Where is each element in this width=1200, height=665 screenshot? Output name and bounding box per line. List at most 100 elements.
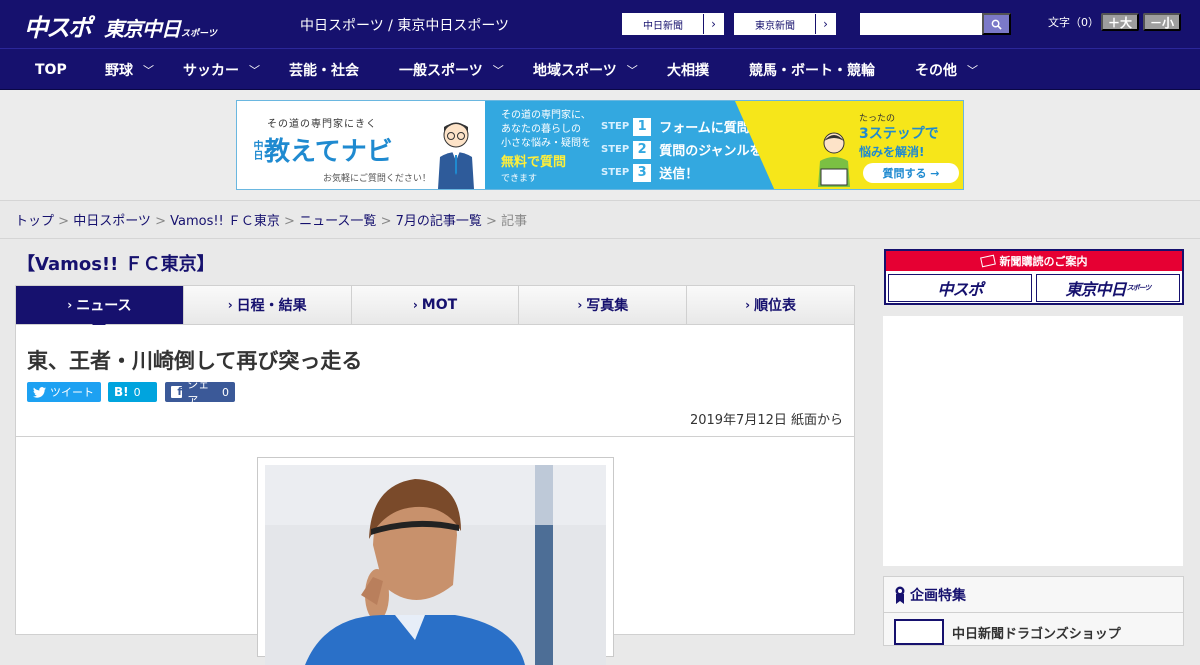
breadcrumb-separator: >	[150, 214, 171, 229]
consultant-illustration	[438, 122, 474, 189]
ad-banner-area: その道の専門家にきく 中日教えてナビ お気軽にご質問ください！ その道の専門家に…	[0, 90, 1200, 201]
oshiete-navi-banner[interactable]: その道の専門家にきく 中日教えてナビ お気軽にご質問ください！ その道の専門家に…	[236, 100, 964, 190]
tab-mot[interactable]: › MOT	[351, 286, 520, 324]
tab-photos[interactable]: › 写真集	[519, 286, 688, 324]
breadcrumb-separator: >	[279, 214, 300, 229]
chevron-right-icon: ›	[745, 298, 751, 312]
nav-item-sumo[interactable]: 大相撲	[667, 49, 709, 90]
tab-label: 写真集	[586, 298, 629, 314]
banner-cta-panel: たったの 3ステップで 悩みを解消! 質問する →	[735, 101, 963, 189]
nav-item-label: サッカー	[183, 62, 239, 79]
nav-item-label: TOP	[35, 61, 67, 78]
hatena-count: 0	[133, 385, 141, 399]
breadcrumb-link[interactable]: 7月の記事一覧	[396, 214, 482, 229]
breadcrumb-link[interactable]: トップ	[15, 214, 54, 229]
chevron-right-icon: ›	[67, 298, 73, 312]
nav-item-label: その他	[915, 62, 957, 79]
banner-brand: 中日教えてナビ	[249, 131, 408, 168]
breadcrumb-link[interactable]: ニュース一覧	[299, 214, 376, 229]
font-smaller-button[interactable]: －小	[1143, 13, 1181, 31]
article-dateline: 2019年7月12日 紙面から	[689, 413, 843, 428]
subscription-buttons: 中スポ 東京中日 スポーツ	[886, 271, 1182, 305]
nav-item-other[interactable]: その他 ﹀	[915, 49, 978, 90]
article: 東、王者・川崎倒して再び突っ走る ツイート B! 0 f シェア 0 2019年…	[15, 325, 855, 665]
breadcrumb-separator: >	[54, 214, 74, 229]
chevron-right-icon: ›	[412, 298, 418, 312]
nav-item-label: 一般スポーツ	[399, 62, 483, 79]
breadcrumb-link[interactable]: Vamos!! ＦＣ東京	[170, 214, 280, 229]
banner-mid-line: あなたの暮らしの	[501, 124, 581, 135]
banner-highlight: 無料で質問	[501, 155, 567, 170]
step-number: 2	[633, 140, 652, 159]
search-button[interactable]	[982, 13, 1011, 35]
nav-item-general-sports[interactable]: 一般スポーツ ﹀	[399, 49, 504, 90]
banner-brand-panel: その道の専門家にきく 中日教えてナビ お気軽にご質問ください！	[237, 101, 485, 189]
banner-tagline: その道の専門家にきく	[267, 119, 377, 130]
main-nav: TOP 野球 ﹀ サッカー ﹀ 芸能・社会 一般スポーツ ﹀ 地域スポーツ ﹀ …	[0, 48, 1200, 90]
logo-main: 中スポ	[24, 14, 92, 42]
banner-mid-line: 小さな悩み・疑問を	[501, 138, 591, 149]
nav-item-soccer[interactable]: サッカー ﹀	[183, 49, 260, 90]
nav-item-baseball[interactable]: 野球 ﹀	[105, 49, 154, 90]
chevron-right-icon: ›	[227, 298, 233, 312]
search-icon	[991, 19, 1002, 30]
banner-right-line: 3ステップで	[859, 126, 939, 142]
banner-divider	[735, 101, 775, 189]
chevron-down-icon: ﹀	[249, 63, 260, 77]
subscribe-button-label: 東京中日	[1065, 280, 1127, 299]
facebook-share-count: 0	[222, 385, 229, 399]
tokyo-shimbun-link[interactable]: 東京新聞 ›	[734, 13, 836, 35]
nav-item-label: 芸能・社会	[289, 62, 359, 79]
article-photo[interactable]	[265, 465, 606, 665]
hatena-bookmark-button[interactable]: B! 0	[108, 382, 157, 402]
chunichi-shimbun-link[interactable]: 中日新聞 ›	[622, 13, 724, 35]
tab-label: MOT	[421, 297, 458, 313]
nav-item-top[interactable]: TOP	[35, 49, 67, 90]
chevron-right-icon: ›	[703, 14, 723, 34]
twitter-icon	[33, 386, 46, 398]
breadcrumb-separator: >	[376, 214, 396, 229]
paper-link-label: 東京新聞	[755, 20, 795, 32]
site-logo[interactable]: 中スポ 東京中日 スポーツ	[24, 8, 217, 42]
tab-standings[interactable]: › 順位表	[687, 286, 854, 324]
nav-item-local-sports[interactable]: 地域スポーツ ﹀	[533, 49, 638, 90]
nav-item-entertainment[interactable]: 芸能・社会	[289, 49, 359, 90]
feature-header: 企画特集	[884, 577, 1183, 613]
banner-mid-line: その道の専門家に、	[501, 110, 591, 121]
banner-mid-text: その道の専門家に、 あなたの暮らしの 小さな悩み・疑問を	[501, 109, 591, 151]
tab-label: ニュース	[76, 298, 132, 314]
step-label: STEP	[601, 167, 630, 178]
chevron-down-icon: ﹀	[626, 63, 638, 77]
tab-news[interactable]: › ニュース	[16, 286, 184, 331]
chevron-right-icon: ›	[577, 298, 583, 312]
site-title-link[interactable]: 中日スポーツ / 東京中日スポーツ	[300, 15, 509, 35]
sidebar-ad-slot	[883, 316, 1183, 566]
facebook-share-button[interactable]: f シェア 0	[165, 378, 235, 407]
subscribe-chuspo-button[interactable]: 中スポ	[888, 274, 1032, 302]
banner-brand-text: 教えてナビ	[264, 137, 393, 167]
breadcrumb-link[interactable]: 中日スポーツ	[73, 214, 151, 229]
subscribe-button-small: スポーツ	[1126, 284, 1152, 292]
feature-title: 企画特集	[910, 587, 966, 604]
search-input[interactable]	[860, 13, 982, 35]
font-size-label: 文字（0）	[1048, 16, 1099, 29]
ask-question-button[interactable]: 質問する →	[863, 163, 959, 183]
tab-label: 日程・結果	[236, 298, 307, 314]
tweet-button[interactable]: ツイート	[27, 382, 101, 402]
font-larger-button[interactable]: ＋大	[1101, 13, 1139, 31]
banner-small-text: お気軽にご質問ください！	[323, 174, 431, 184]
logo-sub: 東京中日	[104, 17, 181, 41]
banner-right-line: 悩みを解消!	[859, 145, 925, 159]
facebook-share-label: シェア	[187, 378, 210, 407]
top-header: 中スポ 東京中日 スポーツ 中日スポーツ / 東京中日スポーツ 中日新聞 › 東…	[0, 0, 1200, 48]
chevron-down-icon: ﹀	[492, 63, 504, 77]
feature-item-dragons-shop[interactable]: 中日新聞ドラゴンズショップ	[884, 613, 1183, 651]
article-headline: 東、王者・川崎倒して再び突っ走る	[27, 349, 363, 373]
subscribe-tokyo-chunichi-button[interactable]: 東京中日 スポーツ	[1036, 274, 1180, 302]
subscription-box: 新聞購読のご案内 中スポ 東京中日 スポーツ	[884, 249, 1184, 305]
nav-item-racing[interactable]: 競馬・ボート・競輪	[749, 49, 875, 90]
banner-brand-prefix: 中日	[251, 140, 262, 160]
chevron-down-icon: ﹀	[967, 63, 978, 77]
tab-schedule-results[interactable]: › 日程・結果	[183, 286, 352, 324]
step-number: 1	[633, 117, 652, 136]
